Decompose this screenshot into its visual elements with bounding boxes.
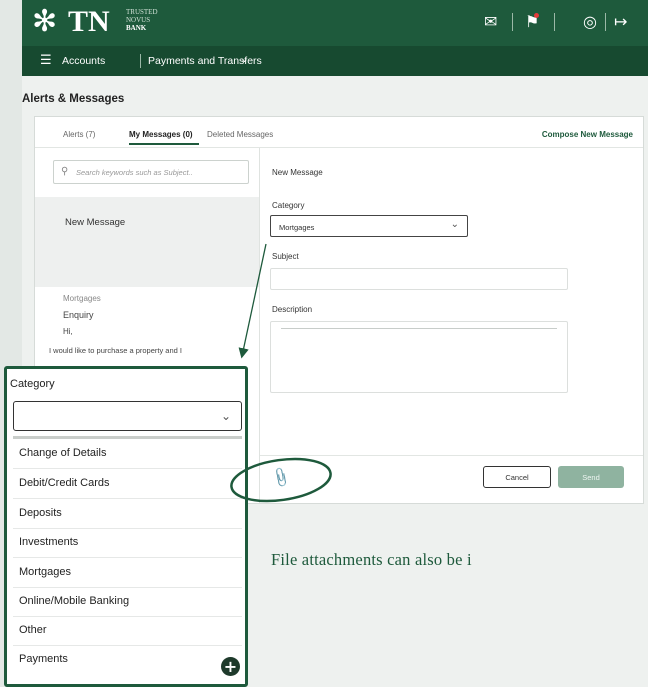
topbar-divider [554,13,555,31]
list-item-subject: Enquiry [63,310,94,320]
search-icon: ⚲ [61,166,69,177]
dropdown-divider [13,587,242,588]
cancel-button[interactable]: Cancel [483,466,551,488]
category-select-value: Mortgages [279,223,315,232]
dropdown-divider [13,528,242,529]
tab-my-messages[interactable]: My Messages (0) [129,130,193,139]
menu-icon[interactable]: ☰ [40,53,52,68]
dropdown-option-payments[interactable]: Payments [19,653,68,665]
topbar-divider [512,13,513,31]
list-item-selected[interactable]: New Message [35,197,259,287]
form-footer-divider [260,455,643,456]
plus-icon: + [221,657,240,676]
mail-icon[interactable]: ✉ [484,13,497,31]
logo-sub-line-2: NOVUS [126,16,151,24]
category-dropdown-callout: Category ⌄ Change of Details Debit/Credi… [4,366,248,687]
category-select[interactable]: Mortgages ⌄ [270,215,468,237]
top-bar: ✻ TN TRUSTED NOVUS BANK ✉ ⚑ ◎ ↦ [22,0,648,46]
dropdown-divider [13,557,242,558]
compose-new-message-link[interactable]: Compose New Message [542,130,633,139]
chevron-down-icon: ⌄ [220,409,231,423]
topbar-divider [605,13,606,31]
list-item-category: Mortgages [63,294,101,303]
dropdown-divider [13,616,242,617]
tab-alerts[interactable]: Alerts (7) [63,130,95,139]
form-heading: New Message [272,168,323,177]
logo-text: TN [68,5,110,38]
search-placeholder: Search keywords such as Subject.. [76,168,193,177]
category-dropdown-select[interactable]: ⌄ [13,401,242,431]
logo-sub-line-3: BANK [126,24,147,32]
logo-mark-icon: ✻ [32,4,58,39]
notification-dot [534,13,539,18]
list-item-title: New Message [65,217,126,228]
description-field[interactable] [270,321,568,393]
new-message-form: New Message Category Mortgages ⌄ Subject… [260,148,643,503]
subject-label: Subject [272,252,299,261]
logo-sub-line-1: TRUSTED [126,8,158,16]
chevron-down-icon: ⌄ [450,219,459,230]
profile-icon[interactable]: ◎ [583,13,597,31]
dropdown-divider [13,645,242,646]
nav-bar: ☰ Accounts Payments and Transfers ⌄ [22,46,648,76]
search-input[interactable]: ⚲ Search keywords such as Subject.. [53,160,249,184]
nav-divider [140,54,141,68]
subject-field[interactable] [270,268,568,290]
tab-deleted-messages[interactable]: Deleted Messages [207,130,273,139]
send-button[interactable]: Send [558,466,624,488]
dropdown-divider [13,498,242,499]
dropdown-option-online-mobile-banking[interactable]: Online/Mobile Banking [19,595,129,607]
dropdown-option-investments[interactable]: Investments [19,536,78,548]
dropdown-option-other[interactable]: Other [19,624,47,636]
list-item-greeting: Hi, [63,327,73,336]
category-label: Category [272,201,305,210]
nav-accounts[interactable]: Accounts [62,55,105,67]
logout-icon[interactable]: ↦ [614,13,627,31]
dropdown-list-top-border [13,436,242,439]
dropdown-option-deposits[interactable]: Deposits [19,507,62,519]
list-item[interactable]: Mortgages Enquiry Hi, I would like to pu… [35,294,259,372]
dropdown-label: Category [10,378,55,390]
dropdown-divider [13,468,242,469]
page-title: Alerts & Messages [22,93,125,105]
dropdown-option-debit-credit-cards[interactable]: Debit/Credit Cards [19,477,109,489]
paperclip-icon[interactable]: 📎 [269,467,292,490]
caption-text: File attachments can also be i [271,550,472,569]
logo-subtitle: TRUSTED NOVUS BANK [126,8,158,32]
active-tab-indicator [129,143,199,145]
list-item-preview: I would like to purchase a property and … [49,346,182,355]
chevron-down-icon[interactable]: ⌄ [240,53,249,65]
description-label: Description [272,305,313,314]
dropdown-option-change-of-details[interactable]: Change of Details [19,447,106,459]
dropdown-option-mortgages[interactable]: Mortgages [19,566,71,578]
